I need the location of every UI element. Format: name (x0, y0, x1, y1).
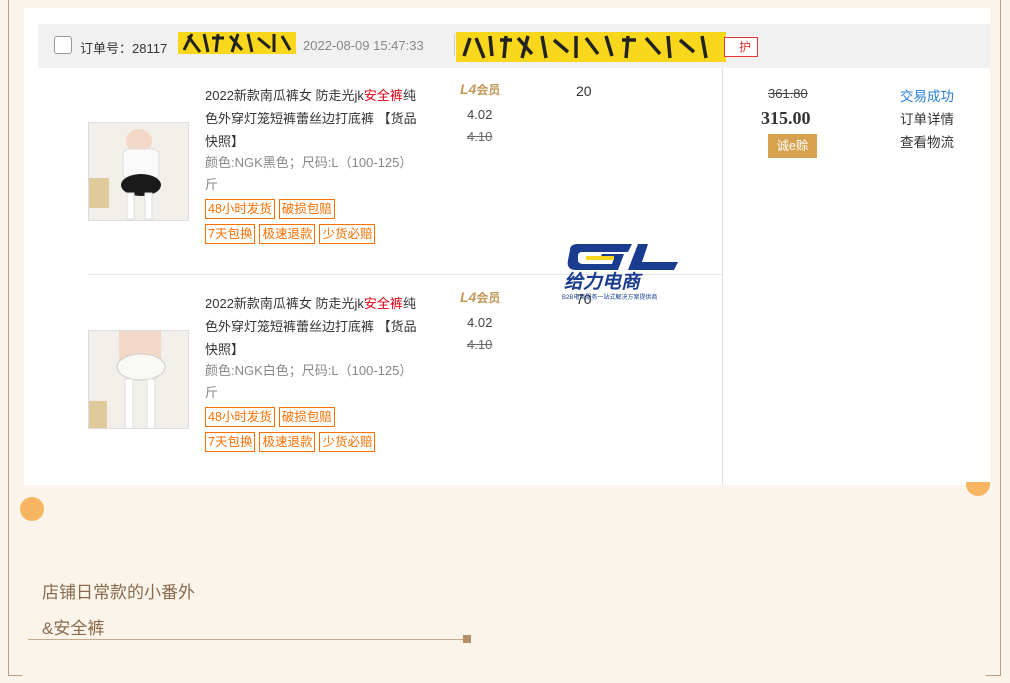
order-status-link[interactable]: 交易成功 (900, 85, 954, 105)
service-badges: 48小时发货 破损包赔 7天包换 极速退款 少货必赔 (205, 407, 425, 457)
order-select-checkbox[interactable] (54, 36, 72, 54)
badge-missing-compensation[interactable]: 少货必赔 (319, 432, 376, 452)
badge-48h-delivery[interactable]: 48小时发货 (205, 407, 275, 427)
column-divider (722, 68, 723, 485)
product-sku: 颜色:NGK白色；尺码:L（100-125）斤 (205, 363, 413, 400)
badge-7day-exchange[interactable]: 7天包换 (205, 432, 256, 452)
frame-border-bottom-right (986, 675, 1001, 676)
order-header: 订单号：28117 2022-08-09 15:47:33 护 (38, 24, 990, 68)
item-quantity: 20 (576, 83, 592, 99)
unit-price: 4.02 (467, 315, 493, 330)
caption-underline (28, 639, 466, 640)
badge-missing-compensation[interactable]: 少货必赔 (319, 224, 376, 244)
member-price-badge: L4会员 (460, 81, 501, 97)
frame-border-bottom-left (8, 675, 22, 676)
order-screenshot-panel: 订单号：28117 2022-08-09 15:47:33 护 2022新款南瓜… (24, 8, 990, 485)
product-sku: 颜色:NGK黑色；尺码:L（100-125）斤 (205, 155, 413, 192)
badge-damage-compensation[interactable]: 破损包赔 (278, 199, 335, 219)
product-title[interactable]: 2022新款南瓜裤女 防走光jk安全裤纯色外穿灯笼短裤蕾丝边打底裤 【货品快照】 (205, 292, 425, 361)
caption-underline-marker (463, 635, 471, 643)
gl-logo-icon: 给力电商 (564, 244, 678, 293)
watermark-brand: 给力电商 (564, 271, 643, 292)
unit-price-original: 4.10 (467, 337, 493, 352)
frame-border-left (8, 0, 9, 676)
order-item: 2022新款南瓜裤女 防走光jk安全裤纯色外穿灯笼短裤蕾丝边打底裤 【货品快照】… (88, 282, 708, 482)
badge-48h-delivery[interactable]: 48小时发货 (205, 199, 275, 219)
order-total: 315.00 (761, 108, 811, 128)
badge-fast-refund[interactable]: 极速退款 (259, 432, 316, 452)
redaction-scribble-icon (456, 32, 726, 62)
unit-price-original: 4.10 (467, 129, 493, 144)
watermark-tagline: B2B电商服务一站式解决方案提供商 (562, 295, 658, 301)
unit-price: 4.02 (467, 107, 493, 122)
order-detail-link[interactable]: 订单详情 (900, 108, 954, 128)
order-time: 2022-08-09 15:47:33 (303, 38, 424, 53)
badge-fast-refund[interactable]: 极速退款 (259, 224, 316, 244)
credit-pay-button[interactable]: 诚e赊 (768, 134, 817, 158)
caption-line-2: &安全裤 (42, 619, 105, 638)
redaction-scribble-icon (178, 32, 296, 54)
badge-7day-exchange[interactable]: 7天包换 (205, 224, 256, 244)
badge-damage-compensation[interactable]: 破损包赔 (278, 407, 335, 427)
frame-border-right (1000, 0, 1001, 676)
header-divider (454, 34, 455, 56)
product-thumbnail[interactable] (88, 122, 189, 221)
order-number: 订单号：28117 (80, 41, 168, 56)
product-title[interactable]: 2022新款南瓜裤女 防走光jk安全裤纯色外穿灯笼短裤蕾丝边打底裤 【货品快照】 (205, 84, 425, 153)
member-price-badge: L4会员 (460, 289, 501, 305)
caption-line-1: 店铺日常款的小番外 (42, 583, 195, 602)
product-thumbnail[interactable] (88, 330, 189, 429)
product-image-black-shorts (89, 123, 188, 220)
watermark-logo: 给力电商 B2B电商服务一站式解决方案提供商 (562, 240, 702, 304)
logistics-link[interactable]: 查看物流 (900, 131, 954, 151)
order-tag[interactable]: 护 (724, 37, 759, 57)
product-image-white-shorts (89, 331, 188, 428)
order-original-total: 361.80 (768, 86, 808, 101)
service-badges: 48小时发货 破损包赔 7天包换 极速退款 少货必赔 (205, 199, 425, 249)
decor-dot (20, 497, 44, 521)
